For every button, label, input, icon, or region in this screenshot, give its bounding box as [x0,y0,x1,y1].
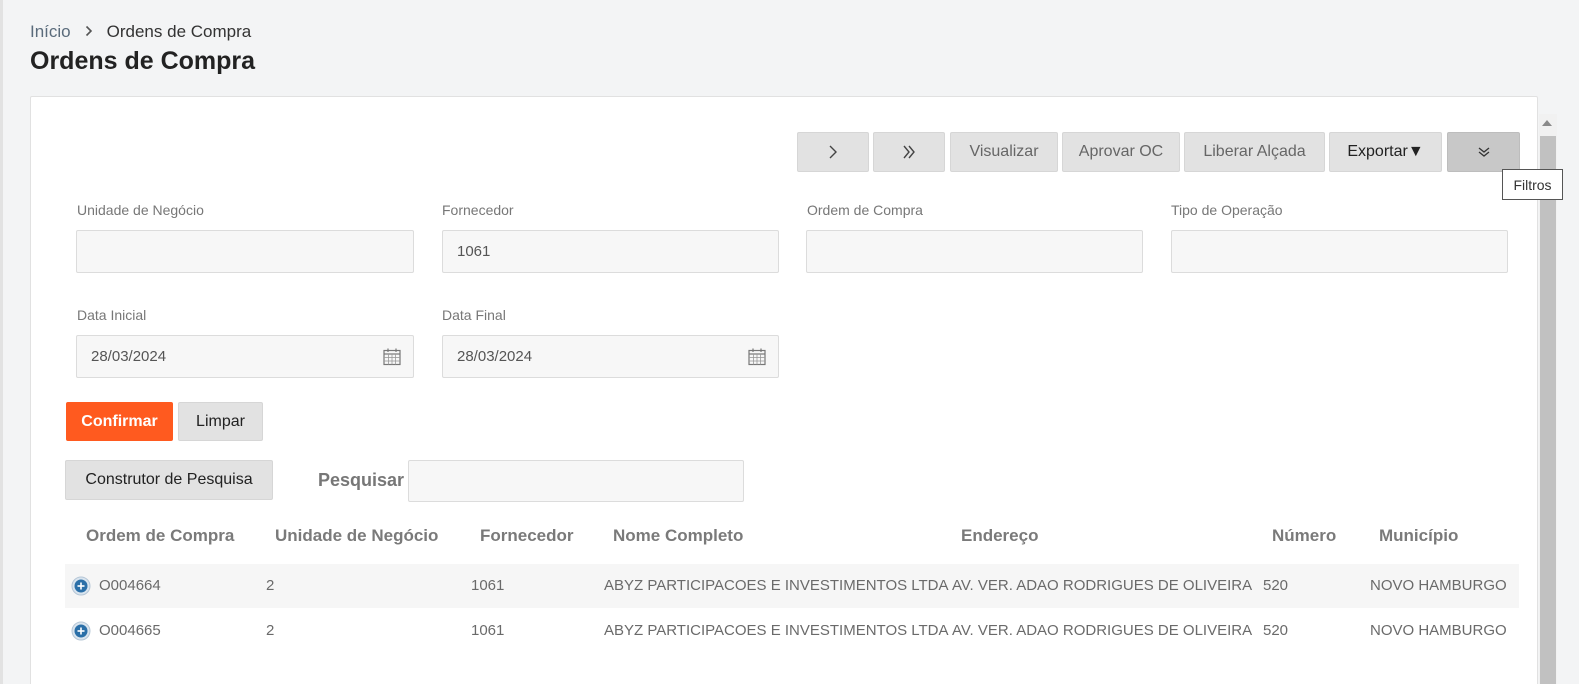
end-date-label: Data Final [442,307,506,323]
cell-business-unit: 2 [266,577,275,594]
table-row[interactable]: O004665 2 1061 ABYZ PARTICIPACOES E INVE… [65,609,1519,653]
export-dropdown-button[interactable]: Exportar▼ [1329,132,1442,172]
business-unit-input[interactable] [76,230,414,273]
cell-number: 520 [1263,622,1289,639]
cell-city: NOVO HAMBURGO [1370,577,1507,594]
cell-supplier: 1061 [471,622,505,639]
last-page-button[interactable] [873,132,945,172]
view-button[interactable]: Visualizar [950,132,1058,172]
cell-full-name: ABYZ PARTICIPACOES E INVESTIMENTOS LTDA [604,622,949,639]
approve-oc-button[interactable]: Aprovar OC [1062,132,1180,172]
calendar-icon[interactable] [748,348,766,366]
page-title: Ordens de Compra [30,47,256,75]
next-page-button[interactable] [797,132,869,172]
confirm-button[interactable]: Confirmar [66,402,173,441]
chevron-right-icon [829,145,837,159]
search-input[interactable] [408,460,744,502]
search-label: Pesquisar [318,470,405,490]
chevron-right-icon [85,24,93,40]
column-header-full-name[interactable]: Nome Completo [613,526,743,546]
purchase-order-input[interactable] [806,230,1143,273]
supplier-input[interactable]: 1061 [442,230,779,273]
column-header-business-unit[interactable]: Unidade de Negócio [275,526,438,546]
clear-button[interactable]: Limpar [178,402,263,441]
expand-row-plus-icon[interactable] [71,576,91,596]
cell-address: AV. VER. ADAO RODRIGUES DE OLIVEIRA [952,577,1253,594]
breadcrumb-home-link[interactable]: Início [30,22,71,42]
window-edge [0,0,3,684]
cell-address: AV. VER. ADAO RODRIGUES DE OLIVEIRA [952,622,1253,639]
purchase-order-label: Ordem de Compra [807,202,923,218]
column-header-address[interactable]: Endereço [961,526,1038,546]
end-date-input[interactable]: 28/03/2024 [442,335,779,378]
cell-city: NOVO HAMBURGO [1370,622,1507,639]
operation-type-input[interactable] [1171,230,1508,273]
end-date-value: 28/03/2024 [457,348,533,365]
start-date-value: 28/03/2024 [91,348,167,365]
column-header-city[interactable]: Município [1379,526,1458,546]
start-date-input[interactable]: 28/03/2024 [76,335,414,378]
filters-toggle-button[interactable] [1447,132,1520,172]
start-date-label: Data Inicial [77,307,147,323]
cell-supplier: 1061 [471,577,505,594]
cell-full-name: ABYZ PARTICIPACOES E INVESTIMENTOS LTDA [604,577,949,594]
business-unit-label: Unidade de Negócio [77,202,204,218]
cell-business-unit: 2 [266,622,275,639]
column-header-purchase-order[interactable]: Ordem de Compra [86,526,234,546]
cell-number: 520 [1263,577,1289,594]
scroll-up-arrow-icon[interactable] [1542,120,1552,126]
filters-tooltip: Filtros [1502,169,1563,200]
operation-type-label: Tipo de Operação [1171,202,1283,218]
release-approval-button[interactable]: Liberar Alçada [1184,132,1325,172]
query-builder-button[interactable]: Construtor de Pesquisa [65,460,273,500]
scroll-thumb[interactable] [1540,136,1556,684]
breadcrumb-current: Ordens de Compra [106,22,252,41]
cell-purchase-order: O004664 [99,577,161,594]
cell-purchase-order: O004665 [99,622,161,639]
supplier-label: Fornecedor [442,202,514,218]
calendar-icon[interactable] [383,348,401,366]
table-row[interactable]: O004664 2 1061 ABYZ PARTICIPACOES E INVE… [65,564,1519,608]
breadcrumb: Início Ordens de Compra [30,22,251,42]
double-chevron-right-icon [903,145,915,159]
expand-row-plus-icon[interactable] [71,621,91,641]
column-header-number[interactable]: Número [1272,526,1336,546]
column-header-supplier[interactable]: Fornecedor [480,526,574,546]
double-chevron-down-icon [1478,147,1489,157]
